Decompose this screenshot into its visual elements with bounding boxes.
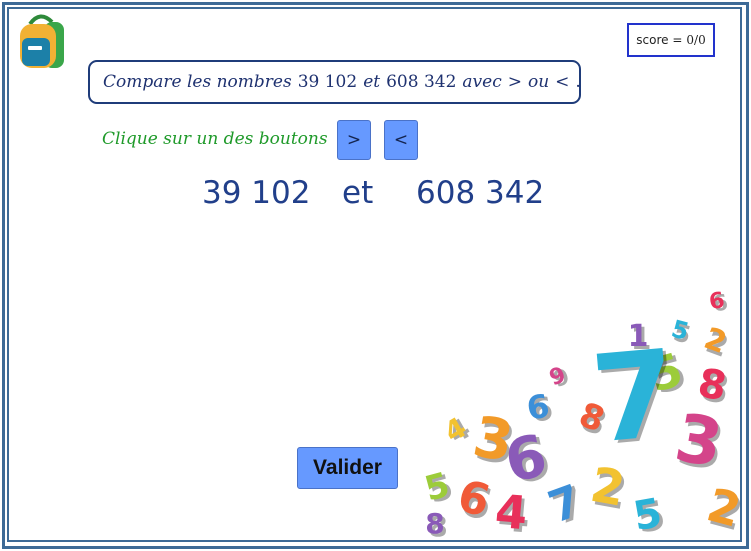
backpack-icon [20, 14, 64, 68]
question-symbol-gt: > [507, 72, 522, 92]
decoration-digit: 7 [542, 475, 588, 533]
decoration-digit: 4 [493, 484, 530, 540]
left-number: 39 102 [202, 175, 311, 211]
right-number: 608 342 [416, 175, 545, 211]
question-number-b: 608 342 [386, 72, 457, 92]
greater-than-button[interactable]: > [337, 120, 371, 160]
decoration-digit: 7 [587, 325, 682, 471]
question-symbol-lt: < [555, 72, 570, 92]
question-prefix: Compare les nombres [103, 72, 292, 92]
question-end: . [575, 72, 581, 92]
question-avec: avec [462, 72, 502, 92]
comparison-display: 39 102 et 608 342 [0, 175, 751, 219]
instruction-text: Clique sur un des boutons [102, 129, 328, 149]
decoration-digit: 8 [425, 507, 444, 540]
question-number-a: 39 102 [297, 72, 358, 92]
score-value: 0/0 [686, 33, 706, 47]
question-connector: et [363, 72, 381, 92]
decoration-digit: 2 [699, 321, 731, 361]
numbers-decoration-icon: 6655 2211559988664488773366553366 77 2244 55… [421, 288, 742, 540]
decoration-digit: 6 [452, 470, 495, 527]
question-ou: ou [527, 72, 550, 92]
decoration-digit: 5 [421, 465, 454, 510]
validate-button[interactable]: Valider [297, 447, 398, 489]
connector-word: et [342, 175, 374, 211]
less-than-button[interactable]: < [384, 120, 418, 160]
question-box: Compare les nombres 39 102 et 608 342 av… [88, 60, 581, 104]
score-label: score = [636, 33, 683, 47]
score-display: score = 0/0 [627, 23, 715, 57]
decoration-digit: 9 [546, 363, 569, 392]
